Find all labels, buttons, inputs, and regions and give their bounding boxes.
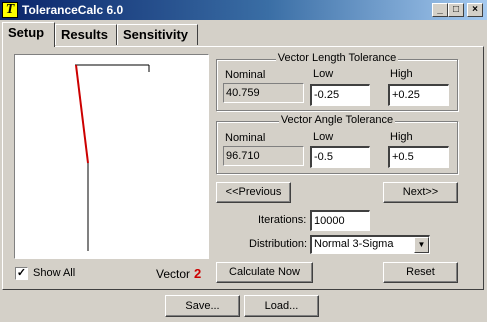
- minimize-button[interactable]: _: [432, 3, 448, 17]
- chevron-down-icon[interactable]: ▼: [414, 237, 429, 253]
- close-button[interactable]: ×: [467, 3, 483, 17]
- load-button[interactable]: Load...: [244, 295, 319, 317]
- length-low-input[interactable]: -0.25: [310, 84, 370, 106]
- angle-high-input[interactable]: +0.5: [388, 146, 449, 168]
- previous-button[interactable]: <<Previous: [216, 182, 291, 203]
- window-title: ToleranceCalc 6.0: [22, 3, 124, 17]
- angle-nominal-value: 96.710: [223, 146, 304, 166]
- next-button[interactable]: Next>>: [383, 182, 458, 203]
- vector-length-title: Vector Length Tolerance: [275, 52, 399, 64]
- angle-low-input[interactable]: -0.5: [310, 146, 370, 168]
- iterations-label: Iterations:: [258, 214, 307, 226]
- vector-number: 2: [194, 266, 202, 281]
- save-button[interactable]: Save...: [165, 295, 240, 317]
- length-high-input[interactable]: +0.25: [388, 84, 449, 106]
- distribution-value: Normal 3-Sigma: [314, 238, 394, 250]
- tab-setup[interactable]: Setup: [2, 22, 55, 47]
- vector-angle-title: Vector Angle Tolerance: [278, 114, 396, 126]
- length-nominal-label: Nominal: [225, 69, 266, 81]
- iterations-input[interactable]: 10000: [310, 210, 370, 231]
- reset-button[interactable]: Reset: [383, 262, 458, 283]
- close-icon: ×: [472, 4, 478, 15]
- length-nominal-value: 40.759: [223, 83, 304, 103]
- vector-line-2-selected: [75, 64, 89, 164]
- distribution-select[interactable]: Normal 3-Sigma ▼: [310, 235, 430, 254]
- tab-results[interactable]: Results: [55, 24, 117, 45]
- show-all-label[interactable]: Show All: [33, 267, 75, 279]
- tab-sensitivity[interactable]: Sensitivity: [117, 24, 198, 45]
- maximize-icon: □: [452, 4, 460, 15]
- maximize-button[interactable]: □: [448, 3, 464, 17]
- vector-diagram-canvas: [75, 64, 150, 251]
- length-low-label: Low: [313, 68, 334, 80]
- show-all-checkbox[interactable]: ✓: [15, 267, 28, 280]
- angle-low-label: Low: [313, 131, 334, 143]
- vector-diagram: [14, 54, 209, 259]
- angle-high-label: High: [390, 131, 413, 143]
- angle-nominal-label: Nominal: [225, 132, 266, 144]
- calculate-now-button[interactable]: Calculate Now: [216, 262, 313, 283]
- length-high-label: High: [390, 68, 413, 80]
- minimize-icon: _: [437, 4, 443, 15]
- distribution-label: Distribution:: [249, 238, 308, 250]
- app-icon: T: [2, 2, 18, 18]
- vector-label: Vector: [156, 267, 191, 281]
